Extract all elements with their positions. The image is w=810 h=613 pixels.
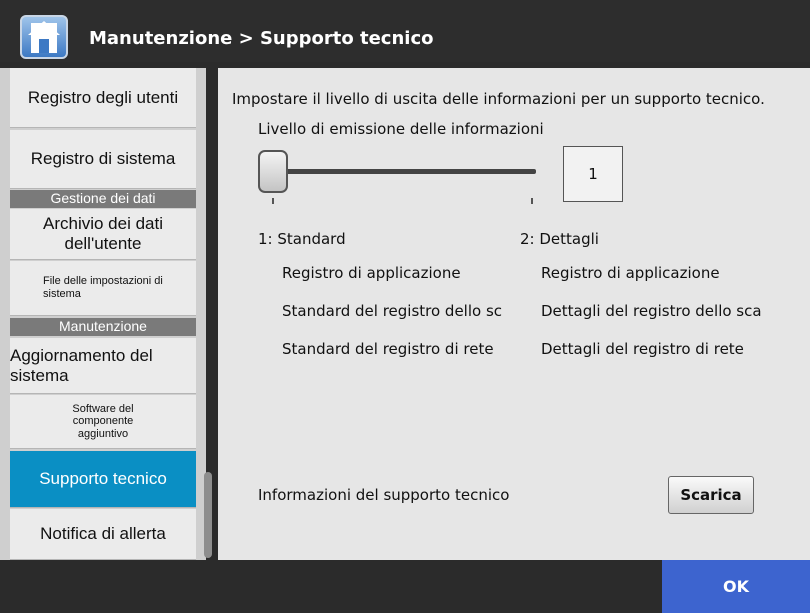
- header-bar: Manutenzione > Supporto tecnico: [0, 0, 810, 62]
- level-value-box: 1: [563, 146, 623, 202]
- details-row-2: Dettagli del registro dello sca: [541, 302, 762, 320]
- download-button[interactable]: Scarica: [668, 476, 754, 514]
- sidebar: Registro degli utenti Registro di sistem…: [0, 68, 206, 560]
- sidebar-item-label: Notifica di allerta: [40, 524, 166, 544]
- details-row-1: Registro di applicazione: [541, 264, 720, 282]
- sidebar-item-label: Registro degli utenti: [27, 87, 179, 107]
- sidebar-item-label: File delle impostazioni di sistema: [43, 275, 163, 300]
- page-title: Manutenzione > Supporto tecnico: [89, 28, 434, 49]
- sidebar-item-user-data-archive[interactable]: Archivio dei dati dell'utente: [10, 209, 196, 260]
- ok-button[interactable]: OK: [662, 560, 810, 613]
- sidebar-section-maintenance: Manutenzione: [10, 318, 196, 336]
- home-icon: [28, 21, 60, 53]
- level-value: 1: [588, 165, 598, 183]
- standard-row-1: Registro di applicazione: [282, 264, 461, 282]
- sidebar-item-label: Software del componente aggiuntivo: [72, 402, 134, 440]
- sidebar-item-label: Archivio dei dati dell'utente: [42, 214, 163, 253]
- option-details-title: 2: Dettagli: [520, 230, 599, 248]
- standard-row-2: Standard del registro dello sc: [282, 302, 503, 320]
- details-row-3: Dettagli del registro di rete: [541, 340, 744, 358]
- sidebar-item-system-update[interactable]: Aggiornamento del sistema: [10, 338, 196, 394]
- home-button[interactable]: [20, 15, 68, 59]
- sidebar-item-label: Registro di sistema: [30, 149, 176, 169]
- option-standard-title: 1: Standard: [258, 230, 346, 248]
- level-slider-handle[interactable]: [258, 150, 288, 193]
- sidebar-item-label: Supporto tecnico: [39, 469, 167, 489]
- sidebar-item-system-settings-file[interactable]: File delle impostazioni di sistema: [10, 261, 196, 316]
- sidebar-item-technical-support[interactable]: Supporto tecnico: [10, 451, 196, 508]
- sidebar-item-system-log[interactable]: Registro di sistema: [10, 130, 196, 189]
- description-text: Impostare il livello di uscita delle inf…: [232, 90, 765, 108]
- level-label: Livello di emissione delle informazioni: [258, 120, 544, 138]
- slider-tick-1: [272, 198, 274, 204]
- sidebar-item-alert-notification[interactable]: Notifica di allerta: [10, 509, 196, 560]
- sidebar-item-label: Aggiornamento del sistema: [10, 345, 153, 385]
- slider-tick-2: [531, 198, 533, 204]
- support-info-label: Informazioni del supporto tecnico: [258, 486, 510, 504]
- level-slider-track[interactable]: [266, 169, 536, 174]
- standard-row-3: Standard del registro di rete: [282, 340, 494, 358]
- sidebar-scrollbar[interactable]: [204, 472, 212, 558]
- sidebar-item-user-log[interactable]: Registro degli utenti: [10, 68, 196, 128]
- sidebar-section-data-management: Gestione dei dati: [10, 190, 196, 208]
- sidebar-item-addon-software[interactable]: Software del componente aggiuntivo: [10, 395, 196, 449]
- main-panel: Impostare il livello di uscita delle inf…: [218, 68, 810, 560]
